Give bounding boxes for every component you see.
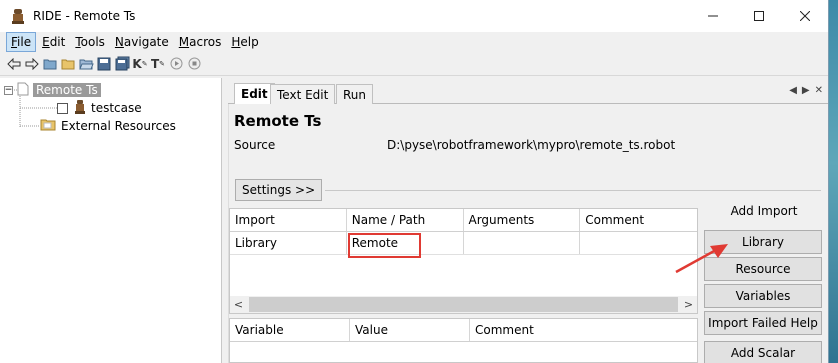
menu-tools-label: ools — [80, 35, 105, 49]
menu-navigate-mnemonic: N — [114, 35, 124, 49]
add-variables-button[interactable]: Variables — [704, 284, 822, 308]
source-label: Source — [234, 138, 276, 152]
keyword-search-icon[interactable]: K ✎ — [132, 56, 148, 72]
table-row[interactable]: Library Remote — [230, 232, 697, 255]
menu-edit-label: dit — [49, 35, 66, 49]
arrow-left-icon[interactable] — [6, 56, 22, 72]
stop-icon[interactable] — [186, 56, 202, 72]
menu-macros[interactable]: Macros — [175, 33, 226, 51]
menu-edit[interactable]: Edit — [38, 33, 69, 51]
column-comment: Comment — [585, 213, 645, 227]
variables-table: Variable Value Comment — [229, 318, 698, 363]
add-resource-button[interactable]: Resource — [704, 257, 822, 281]
variables-table-header: Variable Value Comment — [230, 319, 697, 342]
cell-comment[interactable] — [580, 232, 697, 254]
cell-arguments[interactable] — [464, 232, 581, 254]
minimize-button[interactable] — [690, 0, 736, 32]
menu-edit-mnemonic: E — [42, 35, 50, 49]
scroll-right-icon[interactable]: > — [680, 298, 697, 311]
add-library-button[interactable]: Library — [704, 230, 822, 254]
testcase-icon — [74, 99, 86, 117]
save-icon[interactable] — [96, 56, 112, 72]
tab-scroll-right-icon[interactable]: ▶ — [802, 85, 810, 96]
project-tree: − Remote Ts testcase External Resources — [0, 78, 222, 363]
menu-file[interactable]: File — [6, 32, 37, 52]
tree-node-testcase[interactable]: testcase — [57, 99, 142, 117]
menu-macros-mnemonic: M — [178, 35, 190, 49]
menu-macros-label: acros — [189, 35, 222, 49]
highlight-annotation-box — [348, 233, 421, 258]
test-glyph: T — [150, 56, 160, 71]
menu-navigate-label: avigate — [123, 35, 169, 49]
folder-open-icon[interactable] — [78, 56, 94, 72]
source-path: D:\pyse\robotframework\mypro\remote_ts.r… — [387, 138, 676, 152]
collapse-icon[interactable]: − — [4, 85, 13, 95]
tab-run[interactable]: Run — [336, 84, 374, 104]
save-all-icon[interactable] — [114, 56, 130, 72]
suite-title: Remote Ts — [234, 112, 322, 130]
add-scalar-button[interactable]: Add Scalar — [704, 341, 822, 363]
ride-app-icon — [10, 8, 26, 24]
edit-panel: Remote Ts Source D:\pyse\robotframework\… — [228, 104, 828, 363]
column-variable: Variable — [230, 319, 350, 341]
scroll-left-icon[interactable]: < — [230, 298, 247, 311]
tab-edit-label: Edit — [241, 87, 268, 101]
add-import-label: Add Import — [730, 204, 798, 218]
import-failed-help-button[interactable]: Import Failed Help — [704, 311, 822, 335]
open-folder-icon[interactable] — [42, 56, 58, 72]
editor-area: Edit Text Edit Run ◀ ▶ ✕ Remote Ts Sourc… — [228, 80, 828, 363]
settings-toggle-button[interactable]: Settings >> — [235, 179, 323, 201]
tree-label-external-resources: External Resources — [61, 119, 176, 133]
tab-text-edit[interactable]: Text Edit — [270, 84, 336, 104]
file-icon — [17, 82, 29, 99]
menu-navigate[interactable]: Navigate — [111, 33, 173, 51]
menu-bar: File Edit Tools Navigate Macros Help — [0, 32, 828, 52]
checkbox[interactable] — [57, 102, 68, 114]
column-arguments: Arguments — [464, 209, 581, 231]
test-search-icon[interactable]: T ✎ — [150, 56, 166, 72]
tab-close-icon[interactable]: ✕ — [815, 85, 823, 96]
tree-node-external-resources[interactable]: External Resources — [40, 118, 176, 134]
run-icon[interactable] — [168, 56, 184, 72]
tree-label-root[interactable]: Remote Ts — [33, 83, 101, 97]
keyword-glyph: K — [132, 56, 142, 71]
tab-text-edit-label: Text Edit — [277, 87, 329, 102]
title-bar: RIDE - Remote Ts — [0, 0, 828, 32]
imports-table-header: Import Name / Path Arguments Comment — [230, 209, 697, 232]
window-title: RIDE - Remote Ts — [33, 9, 136, 23]
tab-bar: Edit Text Edit Run ◀ ▶ ✕ — [228, 80, 828, 104]
menu-file-label: ile — [17, 35, 32, 49]
column-name-path: Name / Path — [347, 209, 464, 231]
horizontal-scrollbar[interactable]: < > — [230, 296, 697, 313]
toolbar: K ✎ T ✎ — [0, 52, 828, 76]
imports-table: Import Name / Path Arguments Comment Lib… — [229, 208, 698, 314]
maximize-button[interactable] — [736, 0, 782, 32]
column-value: Value — [350, 319, 470, 341]
menu-help[interactable]: Help — [227, 33, 262, 51]
tree-label-testcase: testcase — [91, 101, 142, 115]
close-button[interactable] — [782, 0, 828, 32]
arrow-right-icon[interactable] — [24, 56, 40, 72]
scrollbar-thumb[interactable] — [249, 297, 678, 312]
tab-edit[interactable]: Edit — [234, 83, 275, 104]
column-import: Import — [230, 209, 347, 231]
menu-help-label: elp — [240, 35, 259, 49]
desktop-background — [829, 0, 838, 363]
folder-icon[interactable] — [60, 56, 76, 72]
cell-import-type[interactable]: Library — [230, 232, 347, 254]
external-resources-icon — [40, 118, 56, 134]
column-variable-comment: Comment — [475, 323, 534, 337]
tab-scroll-left-icon[interactable]: ◀ — [789, 85, 797, 96]
menu-tools[interactable]: Tools — [71, 33, 109, 51]
ride-window: RIDE - Remote Ts File Edit Tools Navigat… — [0, 0, 829, 363]
tree-node-root[interactable]: − Remote Ts — [4, 82, 101, 98]
settings-divider — [325, 190, 821, 191]
tab-run-label: Run — [343, 87, 367, 102]
